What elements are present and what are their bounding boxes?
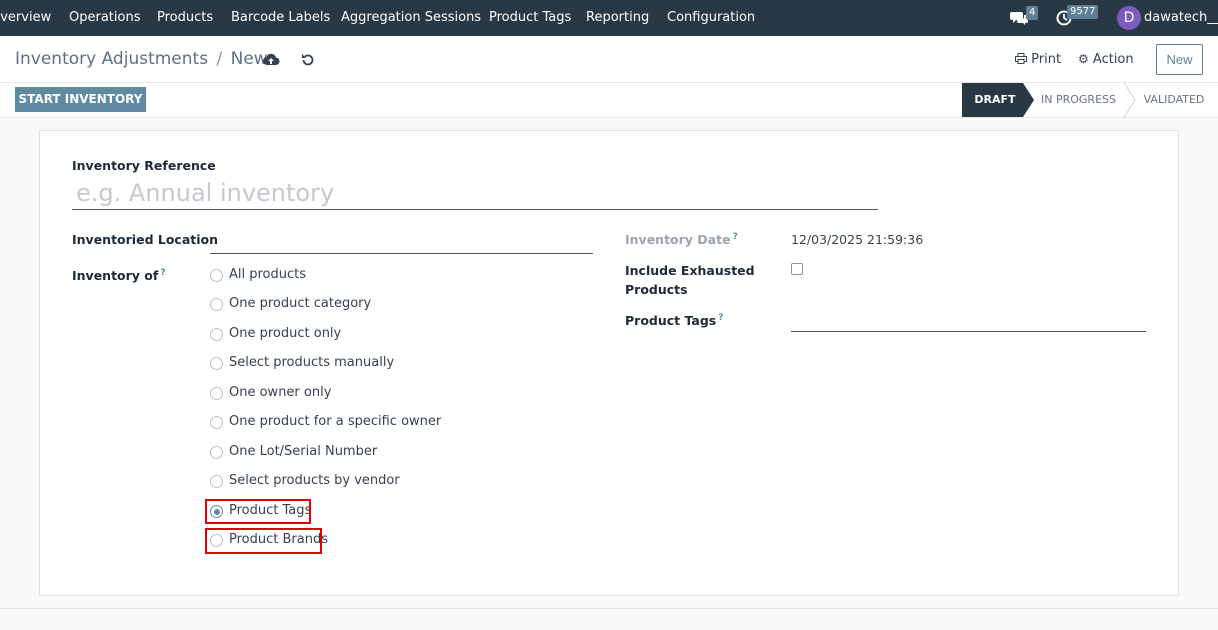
messages-button[interactable]: 4	[1010, 0, 1044, 36]
start-inventory-button[interactable]: START INVENTORY	[15, 87, 146, 112]
highlight-product-brands	[205, 528, 322, 554]
print-label: Print	[1031, 52, 1062, 67]
action-button[interactable]: ⚙ Action	[1078, 52, 1134, 67]
product-tags-input[interactable]	[791, 310, 1146, 332]
nav-products[interactable]: Products	[157, 0, 213, 36]
radio-label: One product category	[229, 296, 372, 311]
include-exhausted-label-line1: Include Exhausted	[625, 263, 755, 278]
activities-button[interactable]: 9577	[1056, 0, 1102, 36]
radio-button[interactable]	[210, 357, 223, 370]
stage-validated[interactable]: VALIDATED	[1140, 83, 1208, 117]
nav-aggregation-sessions[interactable]: Aggregation Sessions	[341, 0, 481, 36]
inventory-reference-input[interactable]	[72, 177, 878, 210]
nav-overview[interactable]: Overview	[0, 0, 51, 36]
include-exhausted-label-line2: Products	[625, 282, 688, 297]
action-label: Action	[1092, 52, 1134, 67]
print-button[interactable]: Print	[1015, 52, 1061, 67]
radio-label: One owner only	[229, 385, 332, 400]
radio-button[interactable]	[210, 475, 223, 488]
discard-undo-icon[interactable]	[299, 51, 317, 69]
inventory-of-label: Inventory of?	[72, 268, 166, 283]
radio-button[interactable]	[210, 416, 223, 429]
help-icon[interactable]: ?	[733, 232, 738, 242]
user-menu[interactable]: dawatech__	[1144, 0, 1218, 36]
new-button[interactable]: New	[1156, 44, 1203, 75]
avatar[interactable]: D	[1117, 6, 1141, 30]
radio-button[interactable]	[210, 269, 223, 282]
nav-operations[interactable]: Operations	[69, 0, 140, 36]
radio-label: One Lot/Serial Number	[229, 444, 378, 459]
breadcrumb: Inventory Adjustments / New	[15, 49, 268, 69]
control-panel: Inventory Adjustments / New Print ⚙ Acti…	[0, 36, 1218, 83]
help-icon[interactable]: ?	[718, 313, 723, 323]
status-bar: START INVENTORY DRAFT IN PROGRESS VALIDA…	[0, 83, 1218, 118]
nav-product-tags[interactable]: Product Tags	[489, 0, 571, 36]
inventory-date-value: 12/03/2025 21:59:36	[791, 232, 924, 247]
radio-button[interactable]	[210, 387, 223, 400]
help-icon[interactable]: ?	[160, 268, 165, 278]
radio-label: All products	[229, 267, 307, 282]
inventory-date-label-text: Inventory Date	[625, 232, 731, 247]
cloud-upload-icon[interactable]	[262, 51, 280, 69]
radio-label: One product only	[229, 326, 342, 341]
activities-count-badge: 9577	[1067, 5, 1099, 19]
radio-label: Select products manually	[229, 355, 395, 370]
nav-barcode-labels[interactable]: Barcode Labels	[231, 0, 330, 36]
breadcrumb-parent[interactable]: Inventory Adjustments	[15, 49, 208, 69]
nav-configuration[interactable]: Configuration	[667, 0, 755, 36]
inventoried-location-label: Inventoried Location	[72, 232, 219, 247]
inventory-date-label: Inventory Date?	[625, 232, 738, 247]
printer-icon	[1015, 53, 1027, 64]
include-exhausted-checkbox[interactable]	[791, 263, 803, 275]
messages-count-badge: 4	[1026, 6, 1039, 20]
radio-button[interactable]	[210, 446, 223, 459]
divider	[0, 608, 1218, 609]
product-tags-label-text: Product Tags	[625, 313, 717, 328]
radio-button[interactable]	[210, 298, 223, 311]
inventory-of-label-text: Inventory of	[72, 268, 159, 283]
radio-label: One product for a specific owner	[229, 414, 442, 429]
stage-in-progress[interactable]: IN PROGRESS	[1036, 83, 1121, 117]
top-navbar: Overview Operations Products Barcode Lab…	[0, 0, 1218, 36]
radio-label: Select products by vendor	[229, 473, 400, 488]
highlight-product-tags	[205, 499, 311, 524]
stage-draft[interactable]: DRAFT	[962, 83, 1028, 117]
gear-icon: ⚙	[1078, 52, 1089, 66]
breadcrumb-separator: /	[216, 49, 223, 69]
inventoried-location-input[interactable]	[210, 232, 593, 254]
product-tags-label: Product Tags?	[625, 313, 723, 328]
inventory-reference-label: Inventory Reference	[72, 158, 216, 173]
nav-reporting[interactable]: Reporting	[586, 0, 649, 36]
radio-button[interactable]	[210, 328, 223, 341]
